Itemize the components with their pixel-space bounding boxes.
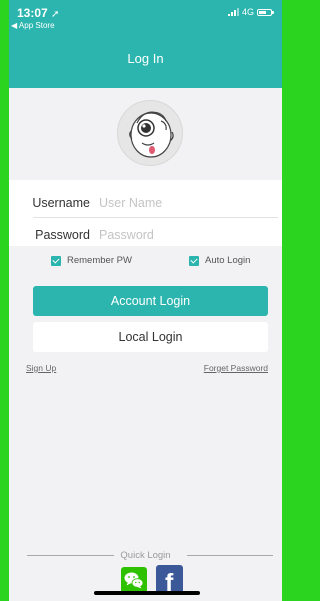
username-input[interactable] xyxy=(99,195,259,210)
auto-login-label: Auto Login xyxy=(205,255,251,266)
local-login-button[interactable]: Local Login xyxy=(33,322,268,352)
auto-login-option[interactable]: Auto Login xyxy=(189,255,250,266)
remember-pw-option[interactable]: Remember PW xyxy=(51,255,132,266)
location-arrow-icon: ➚ xyxy=(51,9,60,20)
login-screen: 13:07 ➚ ◀ App Store 4G Log In Username U… xyxy=(9,0,282,601)
auto-login-checkbox[interactable] xyxy=(189,255,199,266)
home-indicator xyxy=(94,591,200,595)
forget-password-link[interactable]: Forget Password xyxy=(204,363,268,373)
remember-pw-checkbox[interactable] xyxy=(51,255,61,266)
network-label: 4G xyxy=(241,7,254,17)
eyeball-mascot-icon xyxy=(129,111,174,158)
sign-up-link[interactable]: Sign Up xyxy=(26,363,56,373)
password-label: Password xyxy=(35,227,90,242)
quick-login-divider: Quick Login xyxy=(9,549,282,563)
account-login-button[interactable]: Account Login xyxy=(33,286,268,316)
wechat-logo-icon xyxy=(124,572,144,589)
back-to-app-store-link[interactable]: ◀ App Store xyxy=(11,21,55,30)
username-label: Username xyxy=(32,195,90,210)
status-time: 13:07 ➚ xyxy=(17,6,60,20)
remember-pw-label: Remember PW xyxy=(67,255,132,266)
status-indicators: 4G xyxy=(227,7,274,17)
username-row: Username xyxy=(9,186,282,219)
password-row: Password xyxy=(9,218,282,251)
header-bar: 13:07 ➚ ◀ App Store 4G Log In xyxy=(9,0,282,88)
wechat-icon[interactable] xyxy=(121,567,147,593)
signal-icon xyxy=(227,8,239,16)
avatar xyxy=(117,100,183,166)
page-title: Log In xyxy=(127,51,164,66)
login-form: Username Password xyxy=(9,180,282,246)
password-input[interactable] xyxy=(99,227,259,242)
battery-icon xyxy=(257,8,274,16)
